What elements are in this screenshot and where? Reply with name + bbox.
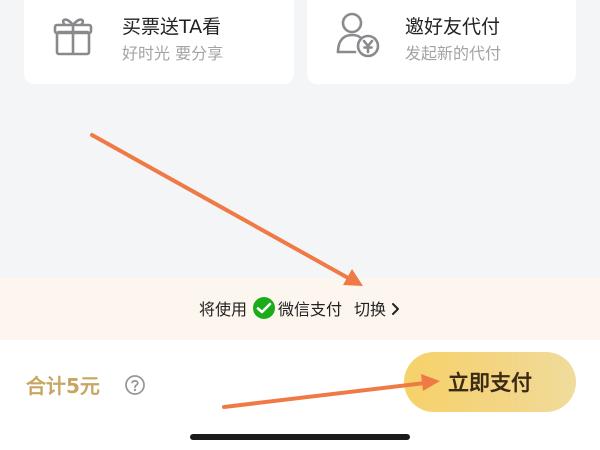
card-title: 邀好友代付 <box>405 16 501 38</box>
pay-now-button[interactable]: 立即支付 <box>404 352 576 412</box>
card-title: 买票送TA看 <box>122 16 222 38</box>
friend-pay-card[interactable]: 邀好友代付 发起新的代付 <box>307 0 576 84</box>
card-subtitle: 发起新的代付 <box>405 44 502 63</box>
question-circle-icon[interactable] <box>124 374 146 396</box>
payment-prefix: 将使用 <box>198 300 247 319</box>
payment-method-bar: 将使用 微信支付 切换 <box>0 278 600 340</box>
home-indicator <box>190 434 410 440</box>
arrow-to-payment-method <box>90 133 363 286</box>
pay-now-label: 立即支付 <box>448 371 532 395</box>
user-yuan-icon <box>335 8 380 60</box>
card-subtitle: 好时光 要分享 <box>122 44 224 63</box>
payment-method-row: 将使用 微信支付 切换 <box>0 296 600 320</box>
gift-icon <box>52 8 94 60</box>
payment-method-name: 微信支付 <box>277 300 342 319</box>
chevron-right-icon <box>389 301 401 315</box>
gift-ticket-card[interactable]: 买票送TA看 好时光 要分享 <box>24 0 294 84</box>
switch-label: 切换 <box>354 300 387 319</box>
switch-payment-button[interactable]: 切换 <box>354 296 401 320</box>
total-price: 合计5元 <box>26 374 100 398</box>
wechat-pay-icon <box>252 297 275 319</box>
